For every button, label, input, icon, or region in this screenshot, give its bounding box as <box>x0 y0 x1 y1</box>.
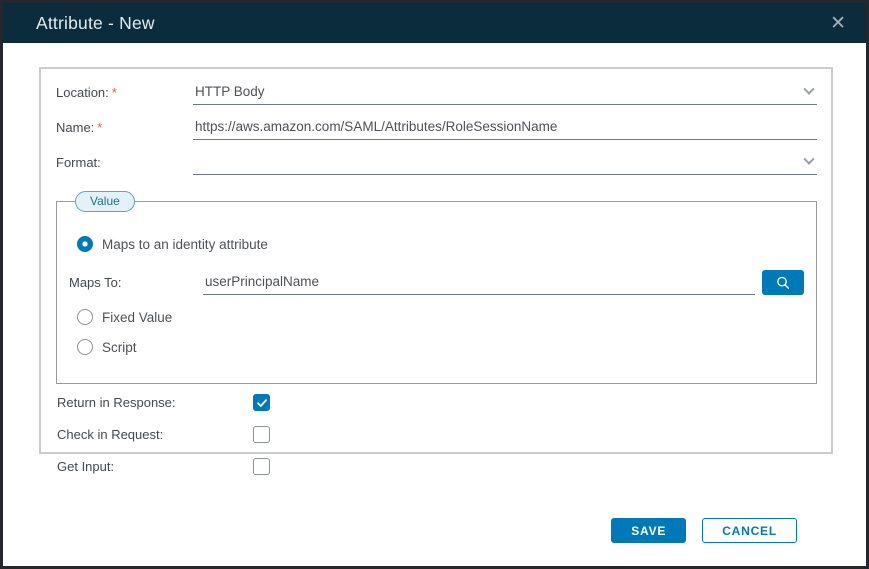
cancel-button[interactable]: CANCEL <box>702 518 797 543</box>
required-asterisk: * <box>97 120 102 135</box>
name-input[interactable] <box>195 119 813 134</box>
return-in-response-label: Return in Response: <box>57 395 253 410</box>
dialog-titlebar: Attribute - New ✕ <box>3 3 866 43</box>
dialog-title: Attribute - New <box>36 13 155 34</box>
maps-to-row: Maps To: <box>69 270 804 295</box>
location-select[interactable]: HTTP Body <box>193 81 817 105</box>
value-badge: Value <box>75 191 135 212</box>
checkmark-icon <box>256 397 268 409</box>
name-row: Name:* <box>56 116 817 140</box>
get-input-label: Get Input: <box>57 459 253 474</box>
attribute-form: Location:* HTTP Body Name:* Form <box>39 67 833 454</box>
check-in-request-row: Check in Request: <box>57 426 817 443</box>
required-asterisk: * <box>112 85 117 100</box>
radio-script[interactable]: Script <box>77 339 804 355</box>
location-row: Location:* HTTP Body <box>56 81 817 105</box>
attribute-new-dialog: Attribute - New ✕ Location:* HTTP Body N… <box>0 0 869 569</box>
maps-to-input[interactable] <box>205 274 751 289</box>
radio-label: Fixed Value <box>102 310 172 325</box>
format-row: Format: <box>56 151 817 175</box>
dialog-footer: SAVE CANCEL <box>39 518 797 543</box>
format-select[interactable] <box>193 151 817 175</box>
maps-to-field <box>203 271 755 295</box>
radio-unselected-icon[interactable] <box>77 309 93 325</box>
get-input-checkbox[interactable] <box>253 458 270 475</box>
location-label: Location:* <box>56 85 193 105</box>
check-in-request-label: Check in Request: <box>57 427 253 442</box>
save-button[interactable]: SAVE <box>611 518 686 543</box>
radio-label: Script <box>102 340 137 355</box>
maps-to-label: Maps To: <box>69 275 203 295</box>
search-button[interactable] <box>762 270 804 295</box>
format-label: Format: <box>56 155 193 175</box>
name-field <box>193 116 817 140</box>
return-in-response-row: Return in Response: <box>57 394 817 411</box>
radio-maps-to-identity-attribute[interactable]: Maps to an identity attribute <box>77 236 804 252</box>
close-icon[interactable]: ✕ <box>830 14 846 33</box>
radio-fixed-value[interactable]: Fixed Value <box>77 309 804 325</box>
get-input-row: Get Input: <box>57 458 817 475</box>
chevron-down-icon <box>803 153 814 164</box>
radio-label: Maps to an identity attribute <box>102 237 268 252</box>
value-section: Value Maps to an identity attribute Maps… <box>56 191 817 384</box>
location-value: HTTP Body <box>195 84 265 99</box>
return-in-response-checkbox[interactable] <box>253 394 270 411</box>
radio-unselected-icon[interactable] <box>77 339 93 355</box>
check-in-request-checkbox[interactable] <box>253 426 270 443</box>
dialog-content: Location:* HTTP Body Name:* Form <box>3 43 866 543</box>
search-icon <box>775 275 791 291</box>
chevron-down-icon <box>803 83 814 94</box>
radio-selected-icon[interactable] <box>77 236 93 252</box>
name-label: Name:* <box>56 120 193 140</box>
